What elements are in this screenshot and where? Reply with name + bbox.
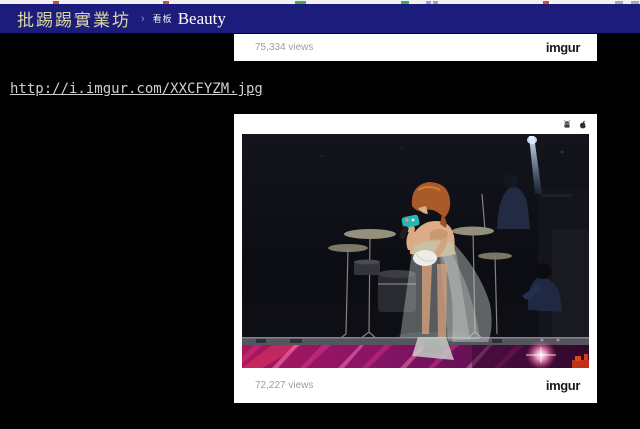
breadcrumb-separator-icon: ›: [141, 13, 145, 25]
apple-icon[interactable]: [578, 119, 588, 130]
concert-photo[interactable]: [242, 134, 589, 368]
embed-footer: 72,227 views imgur: [234, 368, 597, 403]
page: 批踢踢實業坊 › 看板 Beauty http://i.imgur.com/XX…: [0, 0, 640, 429]
android-icon[interactable]: [562, 119, 572, 129]
board-label: 看板: [153, 12, 173, 25]
view-count: 72,227 views: [255, 380, 313, 391]
site-header: 批踢踢實業坊 › 看板 Beauty: [0, 4, 640, 33]
board-name-link[interactable]: Beauty: [178, 9, 226, 29]
embed-topbar: [234, 114, 597, 134]
site-title-link[interactable]: 批踢踢實業坊: [17, 6, 131, 31]
imgur-embed-card-1: 75,334 views imgur: [234, 34, 597, 61]
imgur-embed-card-2: 72,227 views imgur: [234, 114, 597, 403]
embed-footer: 75,334 views imgur: [234, 34, 597, 61]
imgur-url-link[interactable]: http://i.imgur.com/XXCFYZM.jpg: [10, 81, 263, 97]
imgur-logo-link[interactable]: imgur: [546, 378, 580, 393]
imgur-logo-link[interactable]: imgur: [546, 40, 580, 55]
view-count: 75,334 views: [255, 42, 313, 53]
